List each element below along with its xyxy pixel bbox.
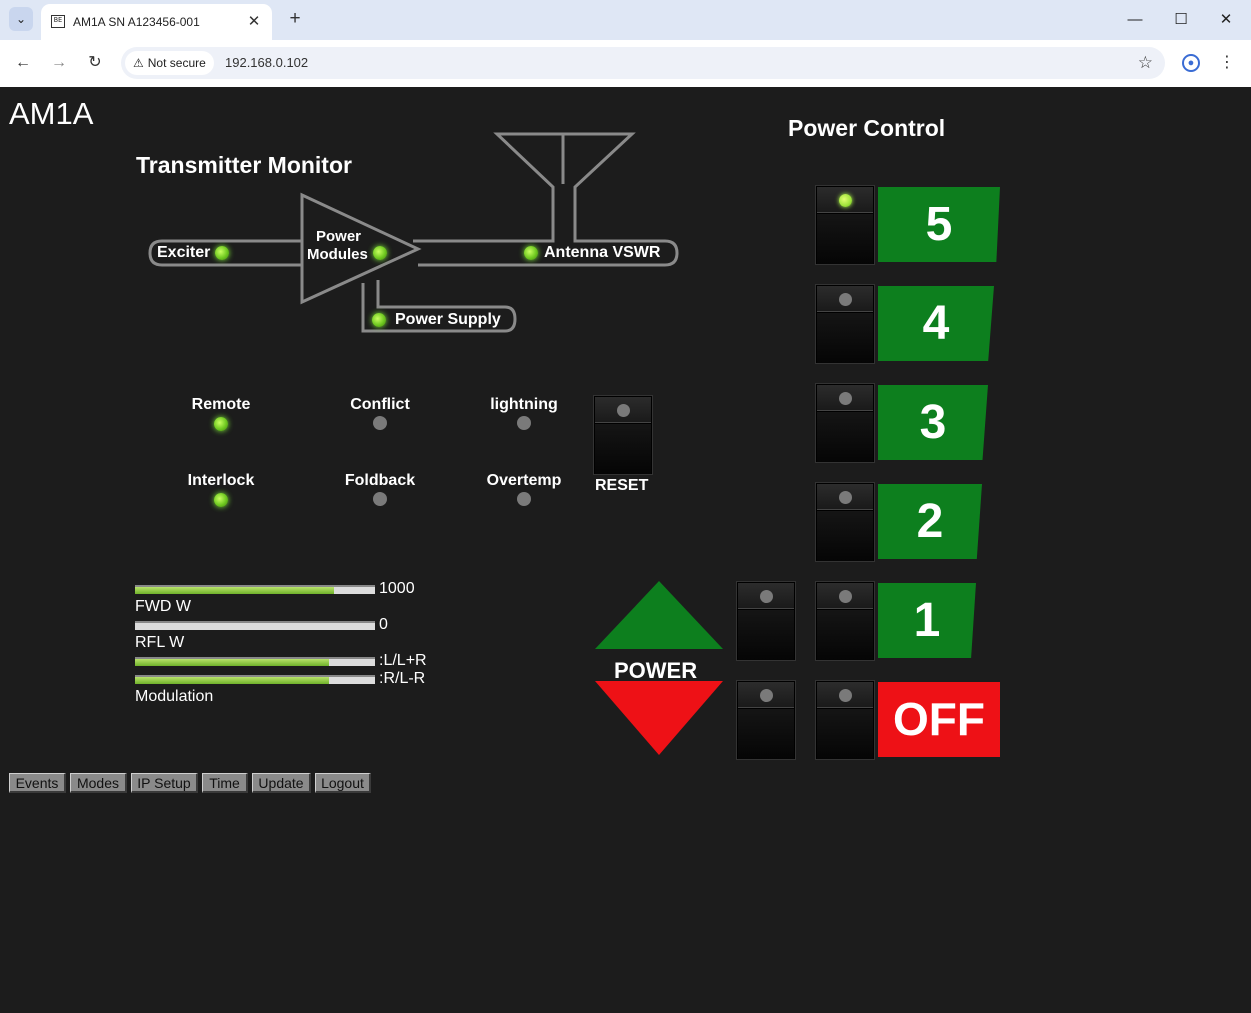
page: AM1A Transmitter Monitor Power Control E… [0,87,1251,1013]
exciter-label: Exciter [157,244,211,261]
mod-right-label: :R/L-R [379,670,426,687]
foldback-label: Foldback [344,472,416,489]
interlock-led [214,493,228,507]
off-led [839,689,852,702]
power-modules-label-2: Modules [307,246,368,263]
fwd-label: FWD W [135,598,191,615]
ip-setup-button[interactable]: IP Setup [131,773,198,793]
events-button[interactable]: Events [9,773,66,793]
level-1-led [839,590,852,603]
mod-right-meter-fill [135,677,330,684]
antenna-vswr-led [524,246,538,260]
exciter-led [215,246,229,260]
lightning-led [517,416,531,430]
mod-left-meter [135,657,375,666]
minimize-button[interactable]: — [1115,6,1155,34]
level-3-switch[interactable] [815,383,875,463]
level-2-led [839,491,852,504]
off-switch[interactable] [815,680,875,760]
conflict-label: Conflict [350,396,410,413]
forward-button[interactable]: → [46,50,72,76]
power-raise-switch[interactable] [736,581,796,661]
level-3-led [839,392,852,405]
reset-label: RESET [595,477,649,494]
power-lower-switch[interactable] [736,680,796,760]
back-button[interactable]: ← [10,50,36,76]
remote-label: Remote [191,396,251,413]
conflict-led [373,416,387,430]
browser-menu-icon[interactable]: ⋮ [1214,50,1240,76]
tab-title: AM1A SN A123456-001 [73,15,200,29]
transmitter-diagram [148,132,679,333]
tab-strip: ⌄ BE AM1A SN A123456-001 ✕ + — ☐ ✕ [0,0,1251,40]
logout-button[interactable]: Logout [315,773,371,793]
level-4-led [839,293,852,306]
power-control-heading: Power Control [788,115,946,141]
security-label: Not secure [147,56,206,70]
browser-chrome: ⌄ BE AM1A SN A123456-001 ✕ + — ☐ ✕ ← → ↻… [0,0,1251,87]
level-1-button[interactable]: 1 [878,583,976,658]
lightning-label: lightning [490,396,558,413]
power-down-arrow-icon[interactable] [595,681,723,755]
power-modules-led [373,246,387,260]
mod-left-label: :L/L+R [379,652,427,669]
fwd-value: 1000 [379,580,415,597]
level-5-button[interactable]: 5 [878,187,1000,262]
interlock-label: Interlock [187,472,255,489]
power-supply-led [372,313,386,327]
mod-left-meter-fill [135,659,330,666]
power-label: POWER [614,658,698,683]
level-1-switch[interactable] [815,581,875,661]
level-5-switch[interactable] [815,185,875,265]
rfl-meter [135,621,375,630]
power-lower-led [760,689,773,702]
warning-icon: ⚠ [133,56,144,70]
tab-search-button[interactable]: ⌄ [9,7,33,31]
url-text: 192.168.0.102 [225,55,309,70]
power-supply-label: Power Supply [395,311,501,328]
power-modules-label-1: Power [316,228,362,245]
level-2-button[interactable]: 2 [878,484,982,559]
modes-button[interactable]: Modes [70,773,127,793]
level-4-button[interactable]: 4 [878,286,994,361]
favicon-icon: BE [51,15,65,28]
browser-toolbar: ← → ↻ ⚠ Not secure 192.168.0.102 ☆ ● ⋮ [0,40,1251,87]
reload-button[interactable]: ↻ [82,50,108,76]
security-chip[interactable]: ⚠ Not secure [125,51,214,75]
address-bar[interactable]: ⚠ Not secure 192.168.0.102 ☆ [121,47,1165,79]
new-tab-button[interactable]: + [283,7,307,31]
rfl-value: 0 [379,616,388,633]
maximize-button[interactable]: ☐ [1161,6,1201,34]
window-close-button[interactable]: ✕ [1206,6,1246,34]
level-5-led [839,194,852,207]
power-up-arrow-icon[interactable] [595,581,723,649]
reset-led [617,404,630,417]
power-raise-led [760,590,773,603]
fwd-meter-fill [135,587,335,594]
rfl-label: RFL W [135,634,185,651]
level-3-button[interactable]: 3 [878,385,988,460]
reset-switch[interactable] [593,395,653,475]
update-button[interactable]: Update [252,773,311,793]
level-2-switch[interactable] [815,482,875,562]
mod-right-meter [135,675,375,684]
time-button[interactable]: Time [202,773,248,793]
profile-icon: ● [1182,54,1200,72]
off-button[interactable]: OFF [878,682,1000,757]
foldback-led [373,492,387,506]
bookmark-star-icon[interactable]: ☆ [1138,51,1153,75]
antenna-vswr-label: Antenna VSWR [544,244,661,261]
remote-led [214,417,228,431]
modulation-label: Modulation [135,688,214,705]
profile-button[interactable]: ● [1178,50,1204,76]
fwd-meter [135,585,375,594]
browser-tab[interactable]: BE AM1A SN A123456-001 ✕ [41,4,272,40]
overtemp-led [517,492,531,506]
tab-close-icon[interactable]: ✕ [244,12,264,32]
overtemp-label: Overtemp [486,472,562,489]
level-4-switch[interactable] [815,284,875,364]
